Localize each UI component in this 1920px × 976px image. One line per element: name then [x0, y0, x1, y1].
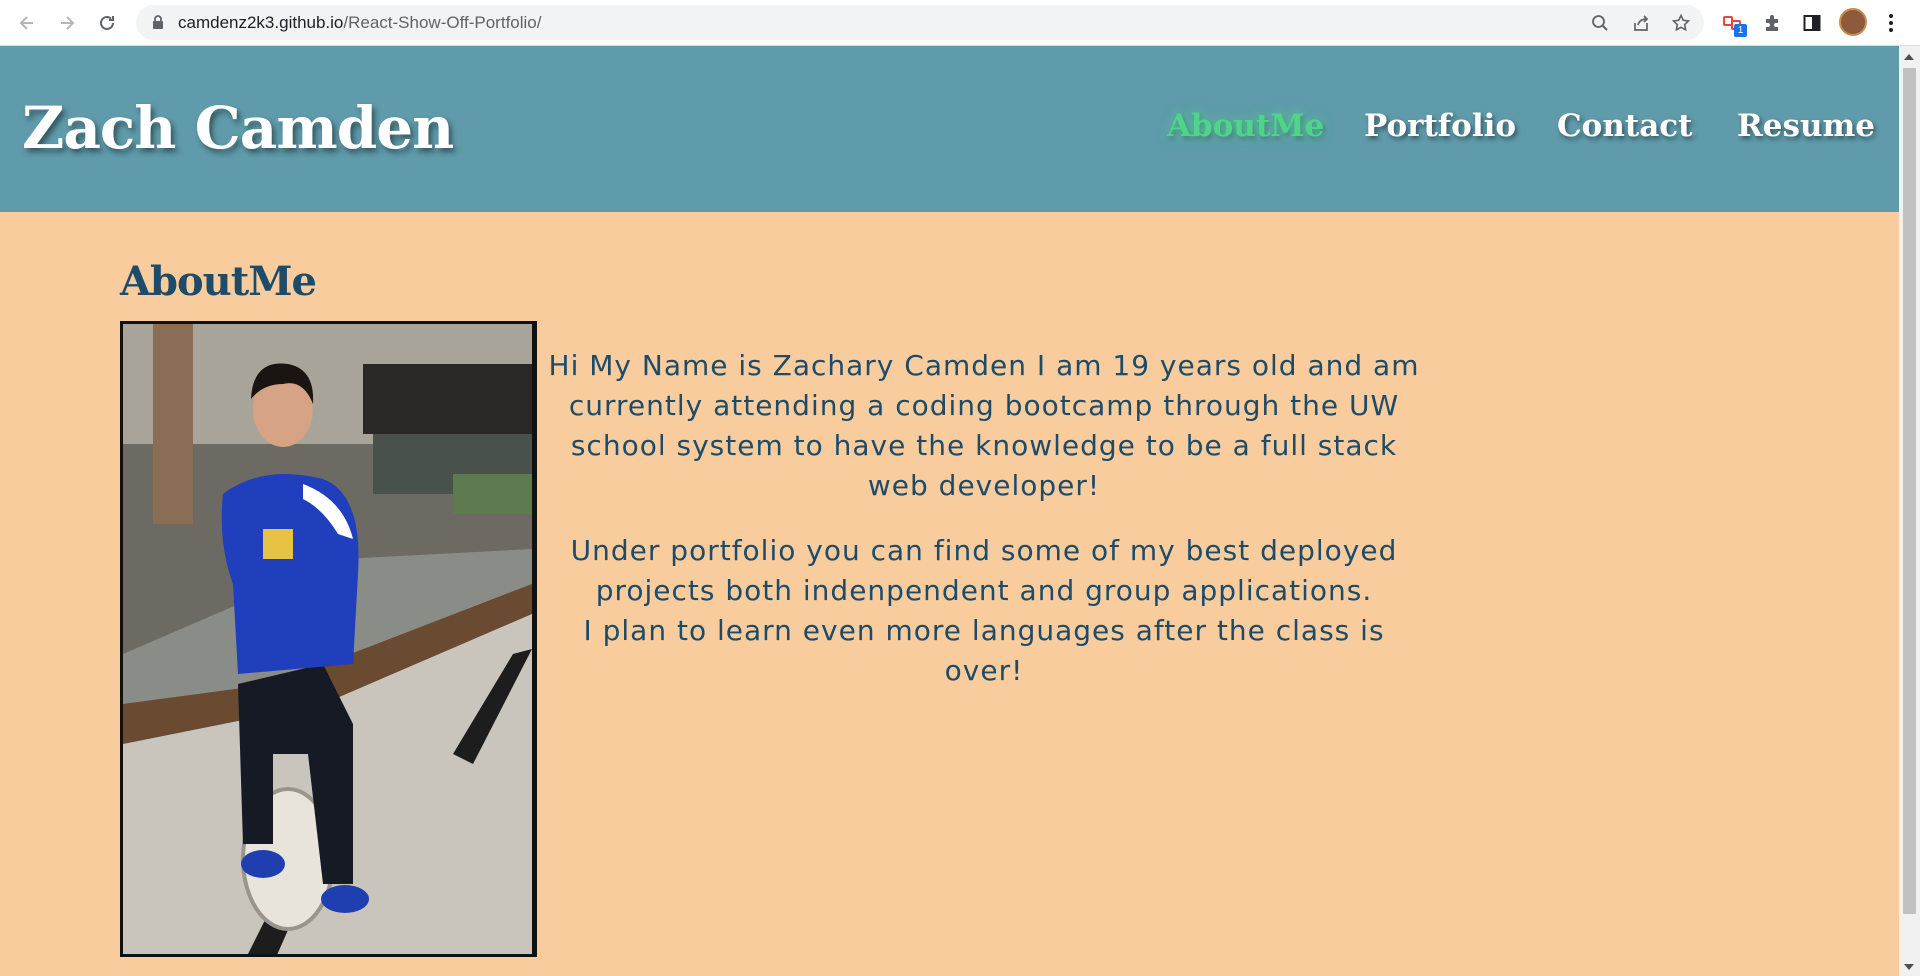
bio-text: Hi My Name is Zachary Camden I am 19 yea…: [546, 346, 1422, 716]
side-panel-icon[interactable]: [1799, 10, 1825, 36]
puzzle-icon[interactable]: [1760, 10, 1786, 36]
profile-photo-illustration: [123, 324, 532, 954]
star-icon[interactable]: [1670, 12, 1692, 34]
nav-link-aboutme[interactable]: AboutMe: [1167, 108, 1324, 144]
kebab-menu-icon[interactable]: [1878, 10, 1904, 36]
bio-paragraph-2-line-2: I plan to learn even more languages afte…: [583, 614, 1385, 687]
profile-photo: [120, 321, 537, 957]
browser-toolbar: camdenz2k3.github.io/React-Show-Off-Port…: [0, 0, 1920, 46]
url-text: camdenz2k3.github.io/React-Show-Off-Port…: [178, 13, 542, 32]
lock-icon: [152, 14, 164, 34]
site-header: Zach Camden AboutMe Portfolio Contact Re…: [0, 46, 1899, 212]
forward-arrow-icon[interactable]: [53, 9, 81, 37]
page-scrollbar[interactable]: [1899, 46, 1920, 976]
nav-link-contact[interactable]: Contact: [1557, 108, 1693, 144]
zoom-icon[interactable]: [1589, 12, 1611, 34]
bio-paragraph-2-line-1: Under portfolio you can find some of my …: [570, 534, 1398, 607]
nav-link-portfolio[interactable]: Portfolio: [1364, 108, 1516, 144]
section-heading: AboutMe: [120, 258, 317, 305]
scroll-down-arrow-icon[interactable]: [1904, 964, 1914, 970]
bio-paragraph-1: Hi My Name is Zachary Camden I am 19 yea…: [548, 349, 1420, 502]
site-title[interactable]: Zach Camden: [22, 94, 454, 162]
back-arrow-icon[interactable]: [13, 9, 41, 37]
scroll-thumb[interactable]: [1903, 68, 1916, 914]
share-icon[interactable]: [1630, 12, 1652, 34]
reload-icon[interactable]: [93, 9, 121, 37]
bio-paragraph-2: Under portfolio you can find some of my …: [546, 531, 1422, 691]
profile-avatar[interactable]: [1839, 8, 1867, 36]
nav-link-resume[interactable]: Resume: [1737, 108, 1875, 144]
extension-badge: 1: [1734, 24, 1747, 37]
scroll-up-arrow-icon[interactable]: [1904, 54, 1914, 60]
address-bar[interactable]: camdenz2k3.github.io/React-Show-Off-Port…: [136, 5, 1704, 40]
